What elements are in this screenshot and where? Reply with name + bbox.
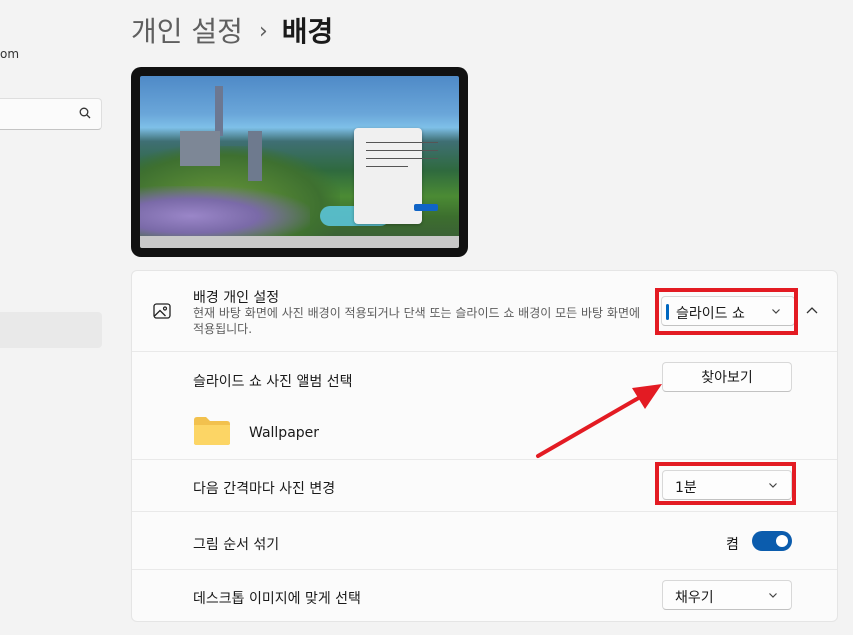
annotation-arrow-icon [536, 384, 662, 458]
